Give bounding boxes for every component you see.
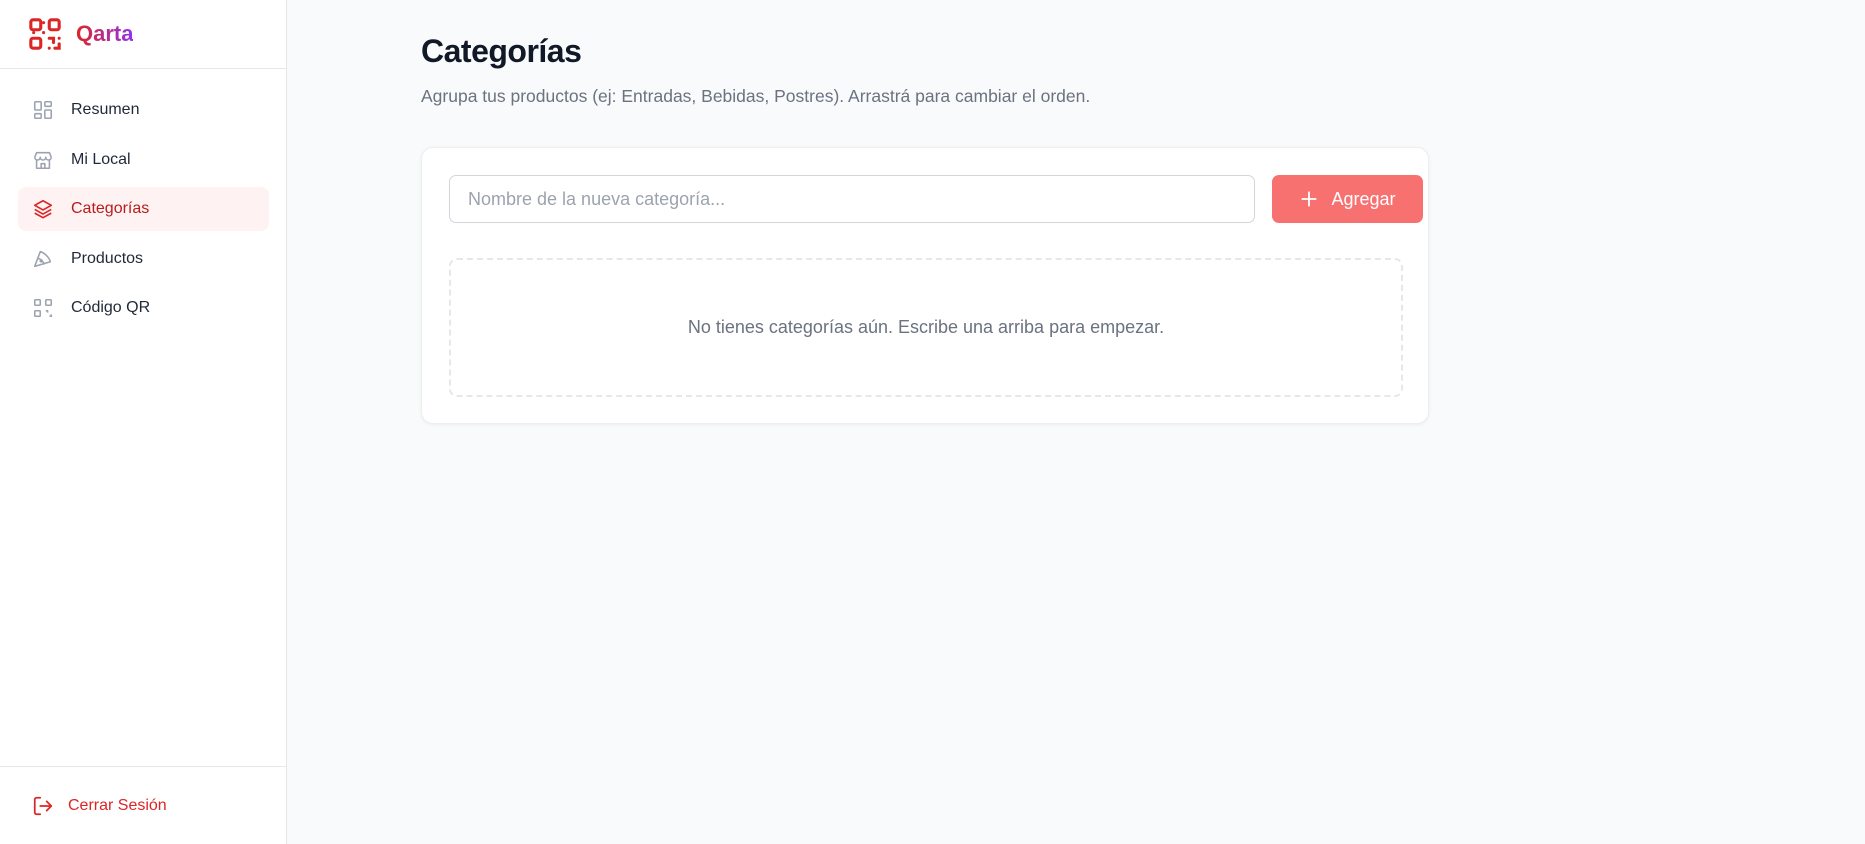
pizza-icon	[32, 248, 54, 270]
qr-code-icon	[32, 297, 54, 319]
sidebar-item-label: Resumen	[71, 101, 140, 118]
categories-card: Agregar No tienes categorías aún. Escrib…	[421, 147, 1429, 424]
plus-icon	[1301, 191, 1318, 207]
sidebar-item-label: Mi Local	[71, 150, 131, 168]
empty-state: No tienes categorías aún. Escribe una ar…	[449, 258, 1403, 397]
layers-icon	[32, 198, 54, 220]
logout-button[interactable]: Cerrar Sesión	[32, 795, 167, 817]
sidebar-item-label: Categorías	[71, 200, 150, 217]
brand-name: Qarta	[76, 21, 134, 46]
logout-icon	[33, 796, 53, 815]
sidebar-item-mi-local[interactable]: Mi Local	[18, 138, 269, 182]
store-icon	[32, 149, 54, 171]
category-name-input[interactable]	[449, 175, 1255, 223]
sidebar-nav: Resumen Mi Local Categorías Productos Có…	[18, 88, 269, 336]
logout-label: Cerrar Sesión	[68, 796, 167, 814]
brand[interactable]: Qarta	[0, 0, 286, 69]
empty-state-message: No tienes categorías aún. Escribe una ar…	[687, 317, 1165, 337]
sidebar-footer: Cerrar Sesión	[0, 766, 286, 844]
page-subtitle: Agrupa tus productos (ej: Entradas, Bebi…	[421, 86, 1091, 106]
sidebar: Qarta Resumen Mi Local Categorías Produc…	[0, 0, 287, 844]
add-category-label: Agregar	[1331, 188, 1396, 209]
add-category-button[interactable]: Agregar	[1272, 175, 1423, 223]
sidebar-item-resumen[interactable]: Resumen	[18, 88, 269, 132]
page-title: Categorías	[421, 33, 582, 69]
sidebar-item-productos[interactable]: Productos	[18, 237, 269, 281]
sidebar-item-label: Código QR	[71, 299, 151, 316]
dashboard-icon	[32, 99, 54, 121]
sidebar-item-categorias[interactable]: Categorías	[18, 187, 269, 231]
qr-logo-icon	[29, 18, 61, 50]
sidebar-item-codigo-qr[interactable]: Código QR	[18, 286, 269, 330]
sidebar-item-label: Productos	[71, 249, 144, 267]
